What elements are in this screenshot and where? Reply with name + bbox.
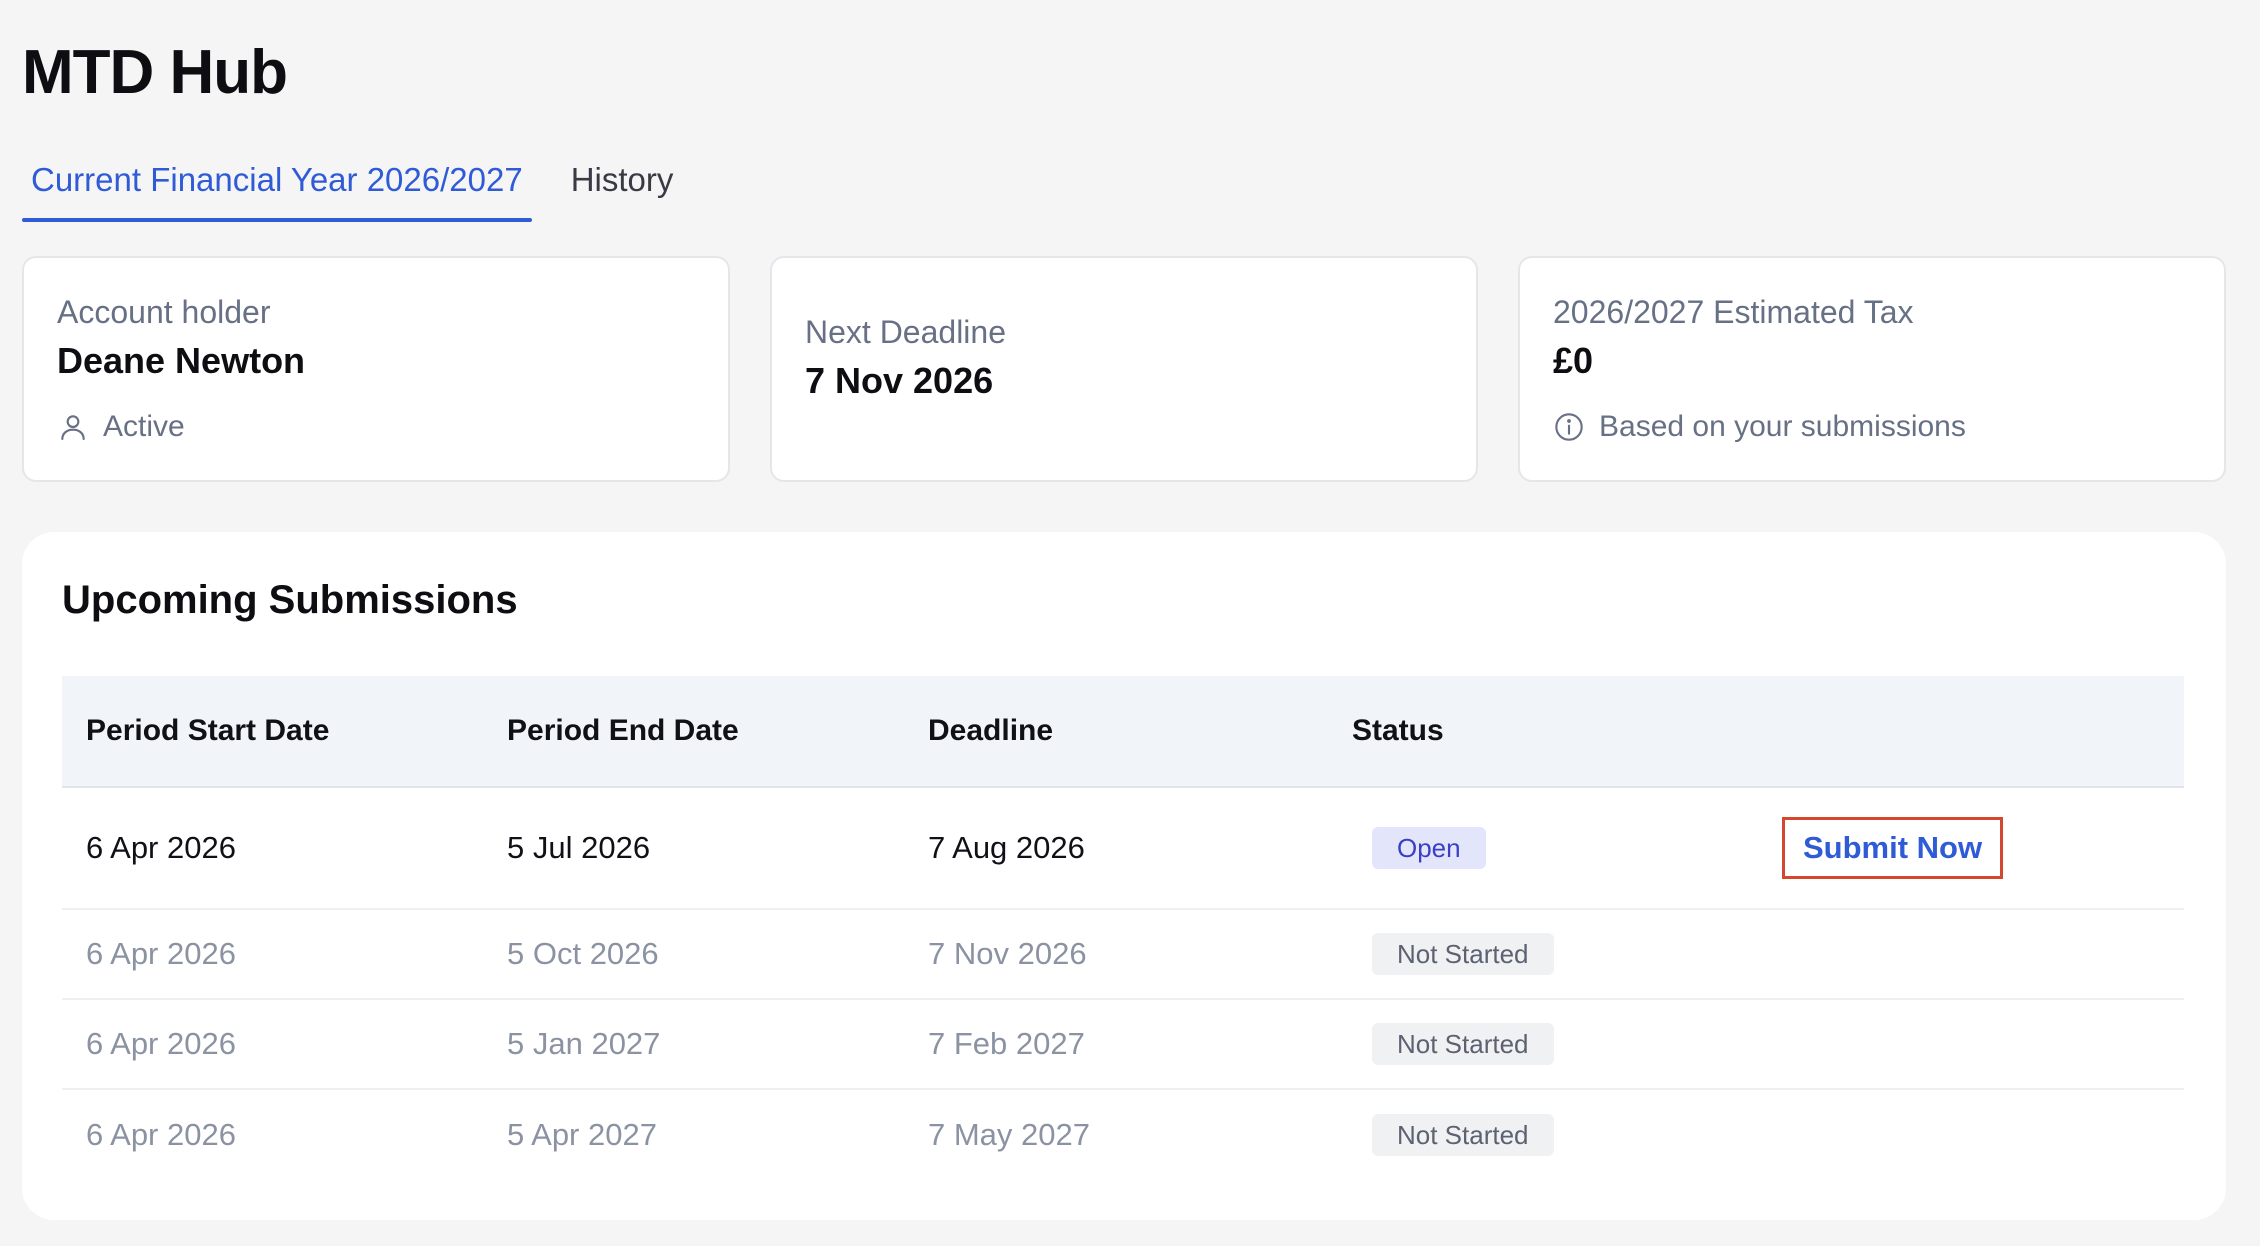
page: MTD Hub Current Financial Year 2026/2027… <box>0 0 2260 1246</box>
column-header-period-end: Period End Date <box>507 714 739 747</box>
column-header-deadline: Deadline <box>928 714 1054 747</box>
upcoming-submissions-panel: Upcoming Submissions Period Start Date P… <box>22 532 2226 1220</box>
account-status: Active <box>57 410 185 444</box>
column-header-status: Status <box>1352 714 1444 747</box>
estimated-tax-label: 2026/2027 Estimated Tax <box>1553 294 1914 330</box>
period-end-cell: 5 Oct 2026 <box>507 936 659 971</box>
period-end-cell: 5 Jan 2027 <box>507 1026 661 1061</box>
status-badge: Not Started <box>1372 933 1554 975</box>
tab-current-financial-year[interactable]: Current Financial Year 2026/2027 <box>22 150 532 222</box>
estimated-tax-note: Based on your submissions <box>1553 410 1966 444</box>
estimated-tax-value: £0 <box>1553 340 1594 381</box>
column-header-period-start: Period Start Date <box>86 714 330 747</box>
status-badge: Not Started <box>1372 1114 1554 1156</box>
estimated-tax-card: 2026/2027 Estimated Tax £0 Based on your… <box>1518 256 2226 482</box>
tab-history[interactable]: History <box>562 150 683 216</box>
period-start-cell: 6 Apr 2026 <box>86 936 236 971</box>
submissions-table: Period Start Date Period End Date Deadli… <box>62 676 2184 1180</box>
next-deadline-value: 7 Nov 2026 <box>805 360 994 401</box>
period-end-cell: 5 Apr 2027 <box>507 1117 657 1152</box>
status-badge: Open <box>1372 827 1486 869</box>
deadline-cell: 7 Aug 2026 <box>928 830 1085 865</box>
table-row: 6 Apr 2026 5 Jul 2026 7 Aug 2026 Open Su… <box>62 788 2184 910</box>
deadline-cell: 7 Feb 2027 <box>928 1026 1085 1061</box>
account-status-text: Active <box>103 410 185 443</box>
period-start-cell: 6 Apr 2026 <box>86 1117 236 1152</box>
status-badge: Not Started <box>1372 1023 1554 1065</box>
user-icon <box>61 415 85 441</box>
deadline-cell: 7 May 2027 <box>928 1117 1090 1152</box>
table-header: Period Start Date Period End Date Deadli… <box>62 676 2184 788</box>
estimated-tax-note-text: Based on your submissions <box>1599 410 1966 443</box>
next-deadline-label: Next Deadline <box>805 314 1006 350</box>
period-start-cell: 6 Apr 2026 <box>86 830 236 865</box>
account-holder-label: Account holder <box>57 294 271 330</box>
deadline-cell: 7 Nov 2026 <box>928 936 1087 971</box>
period-start-cell: 6 Apr 2026 <box>86 1026 236 1061</box>
info-icon <box>1555 413 1583 441</box>
table-row: 6 Apr 2026 5 Apr 2027 7 May 2027 Not Sta… <box>62 1090 2184 1180</box>
tab-bar: Current Financial Year 2026/2027 History <box>22 150 683 222</box>
period-end-cell: 5 Jul 2026 <box>507 830 651 865</box>
table-row: 6 Apr 2026 5 Oct 2026 7 Nov 2026 Not Sta… <box>62 910 2184 1000</box>
next-deadline-card: Next Deadline 7 Nov 2026 <box>770 256 1478 482</box>
submit-now-button[interactable]: Submit Now <box>1782 817 2004 879</box>
account-holder-name: Deane Newton <box>57 340 306 381</box>
upcoming-submissions-title: Upcoming Submissions <box>62 578 518 622</box>
page-title: MTD Hub <box>22 38 288 107</box>
table-row: 6 Apr 2026 5 Jan 2027 7 Feb 2027 Not Sta… <box>62 1000 2184 1090</box>
account-holder-card: Account holder Deane Newton Active <box>22 256 730 482</box>
